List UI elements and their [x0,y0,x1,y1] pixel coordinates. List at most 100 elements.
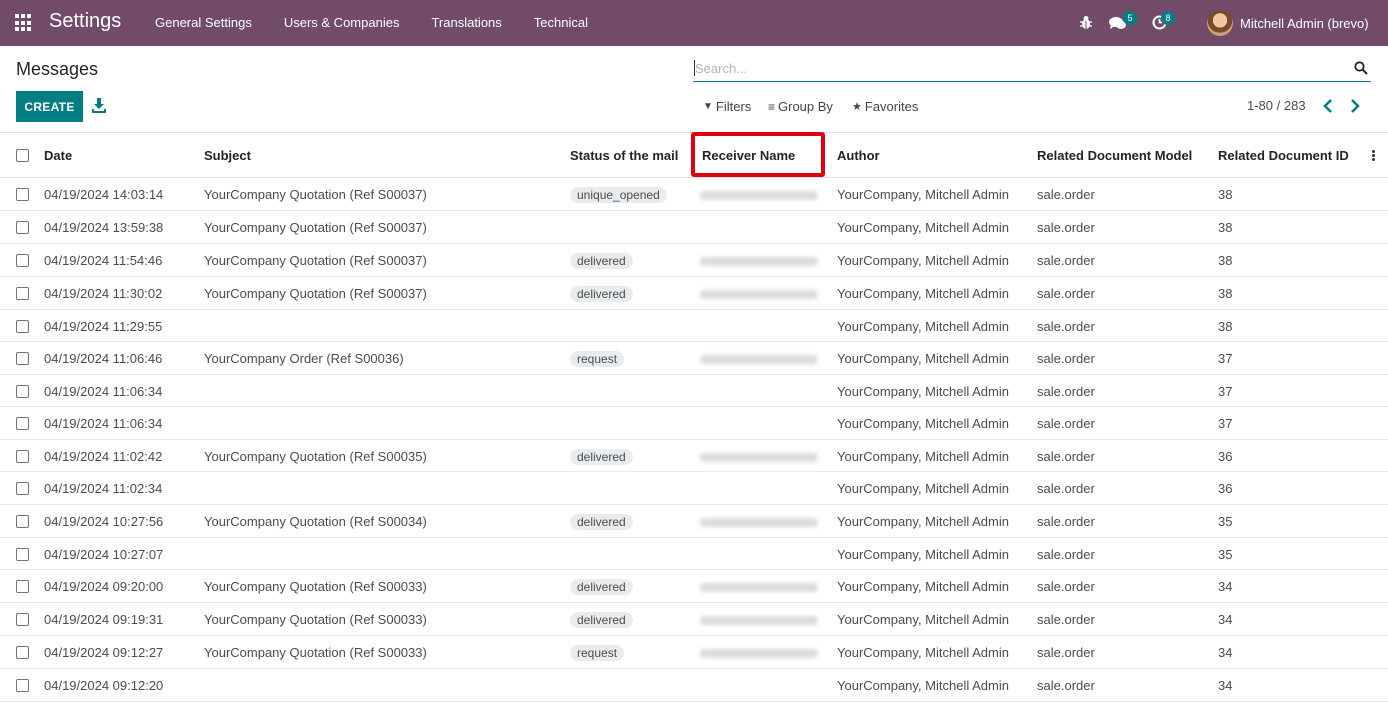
row-checkbox[interactable] [16,679,29,692]
optional-columns-icon[interactable] [1372,150,1376,162]
table-row[interactable]: 04/19/2024 13:59:38 YourCompany Quotation… [0,211,1388,244]
col-related-model[interactable]: Related Document Model [1037,148,1192,163]
table-row[interactable]: 04/19/2024 09:12:27 YourCompany Quotation… [0,636,1388,669]
menu-translations[interactable]: Translations [415,0,517,46]
table-row[interactable]: 04/19/2024 10:27:07 YourCompany, Mitchell… [0,538,1388,570]
row-checkbox[interactable] [16,580,29,593]
app-title[interactable]: Settings [49,10,121,33]
row-checkbox[interactable] [16,320,29,333]
cell-related-id: 34 [1218,579,1233,594]
cell-author: YourCompany, Mitchell Admin [837,253,1009,268]
col-status[interactable]: Status of the mail [570,148,678,163]
receiver-email-blurred [700,518,818,527]
user-menu[interactable]: Mitchell Admin (brevo) [1207,10,1369,36]
col-author[interactable]: Author [837,148,880,163]
row-checkbox[interactable] [16,646,29,659]
row-checkbox[interactable] [16,254,29,267]
table-row[interactable]: 04/19/2024 11:29:55 YourCompany, Mitchell… [0,310,1388,342]
cell-subject: YourCompany Quotation (Ref S00037) [204,220,427,235]
menu-general-settings[interactable]: General Settings [139,0,268,46]
table-row[interactable]: 04/19/2024 11:06:34 YourCompany, Mitchell… [0,375,1388,407]
status-badge: delivered [570,514,633,530]
cell-author: YourCompany, Mitchell Admin [837,547,1009,562]
row-checkbox[interactable] [16,188,29,201]
row-checkbox[interactable] [16,613,29,626]
cell-author: YourCompany, Mitchell Admin [837,579,1009,594]
bug-icon[interactable] [1079,15,1093,30]
table-row[interactable]: 04/19/2024 14:03:14 YourCompany Quotation… [0,178,1388,211]
top-navbar: Settings General Settings Users & Compan… [0,0,1388,46]
receiver-email-blurred [700,453,818,462]
cell-related-model: sale.order [1037,612,1095,627]
table-row[interactable]: 04/19/2024 11:02:42 YourCompany Quotation… [0,440,1388,472]
cell-author: YourCompany, Mitchell Admin [837,286,1009,301]
table-row[interactable]: 04/19/2024 11:30:02 YourCompany Quotation… [0,277,1388,310]
cell-related-model: sale.order [1037,286,1095,301]
cell-date: 04/19/2024 11:54:46 [44,253,163,268]
cell-date: 04/19/2024 09:19:31 [44,612,164,627]
create-button[interactable]: CREATE [16,91,83,122]
table-row[interactable]: 04/19/2024 10:27:56 YourCompany Quotation… [0,505,1388,538]
groupby-toggle[interactable]: ≡ Group By [768,99,833,114]
table-row[interactable]: 04/19/2024 09:12:20 YourCompany, Mitchell… [0,669,1388,702]
cell-subject: YourCompany Quotation (Ref S00033) [204,645,427,660]
row-checkbox[interactable] [16,450,29,463]
cell-date: 04/19/2024 10:27:56 [44,514,164,529]
pager-previous-icon[interactable] [1320,96,1336,116]
col-subject[interactable]: Subject [204,148,251,163]
col-date[interactable]: Date [44,148,72,163]
row-checkbox[interactable] [16,515,29,528]
row-checkbox[interactable] [16,221,29,234]
cell-related-model: sale.order [1037,319,1095,334]
cell-related-id: 35 [1218,547,1233,562]
filters-label: Filters [715,99,752,114]
cell-related-id: 34 [1218,678,1233,693]
receiver-email-blurred [700,583,818,592]
row-checkbox[interactable] [16,287,29,300]
cell-related-id: 36 [1218,481,1233,496]
download-icon[interactable] [91,97,107,113]
status-badge: delivered [570,579,633,595]
col-related-id[interactable]: Related Document ID [1218,148,1349,163]
filters-toggle[interactable]: ▼ Filters [703,99,751,114]
table-row[interactable]: 04/19/2024 11:02:34 YourCompany, Mitchell… [0,472,1388,505]
table-row[interactable]: 04/19/2024 09:19:31 YourCompany Quotation… [0,603,1388,636]
groupby-label: Group By [778,99,833,114]
cell-date: 04/19/2024 11:06:46 [44,351,163,366]
status-badge: request [570,351,625,367]
col-receiver-name[interactable]: Receiver Name [702,148,795,163]
receiver-email-blurred [700,290,818,299]
funnel-icon: ▼ [703,101,713,112]
cell-date: 04/19/2024 10:27:07 [44,547,164,562]
cell-date: 04/19/2024 09:12:20 [44,678,164,693]
row-checkbox[interactable] [16,548,29,561]
row-checkbox[interactable] [16,352,29,365]
search-icon[interactable] [1354,61,1368,75]
favorites-toggle[interactable]: ★ Favorites [852,99,918,114]
apps-grid-icon[interactable] [15,14,33,32]
menu-users-companies[interactable]: Users & Companies [268,0,416,46]
chat-count-badge: 5 [1123,11,1137,25]
cell-subject: YourCompany Quotation (Ref S00035) [204,449,427,464]
table-row[interactable]: 04/19/2024 09:20:00 YourCompany Quotation… [0,570,1388,603]
select-all-checkbox[interactable] [16,149,29,162]
pager-next-icon[interactable] [1347,96,1363,116]
breadcrumb: Messages [16,59,99,79]
cell-related-model: sale.order [1037,678,1095,693]
user-name: Mitchell Admin (brevo) [1240,15,1369,31]
search-input[interactable] [693,55,1343,81]
cell-author: YourCompany, Mitchell Admin [837,351,1009,366]
cell-author: YourCompany, Mitchell Admin [837,384,1009,399]
row-checkbox[interactable] [16,417,29,430]
receiver-email-blurred [700,257,818,266]
table-row[interactable]: 04/19/2024 11:06:34 YourCompany, Mitchell… [0,407,1388,440]
cell-related-id: 38 [1218,253,1233,268]
row-checkbox[interactable] [16,482,29,495]
row-checkbox[interactable] [16,385,29,398]
table-row[interactable]: 04/19/2024 11:06:46 YourCompany Order (Re… [0,342,1388,375]
status-badge: unique_opened [570,187,667,203]
table-row[interactable]: 04/19/2024 11:54:46 YourCompany Quotation… [0,244,1388,277]
cell-related-model: sale.order [1037,384,1095,399]
menu-technical[interactable]: Technical [518,0,604,46]
pager-value[interactable]: 1-80 / 283 [1247,98,1306,113]
